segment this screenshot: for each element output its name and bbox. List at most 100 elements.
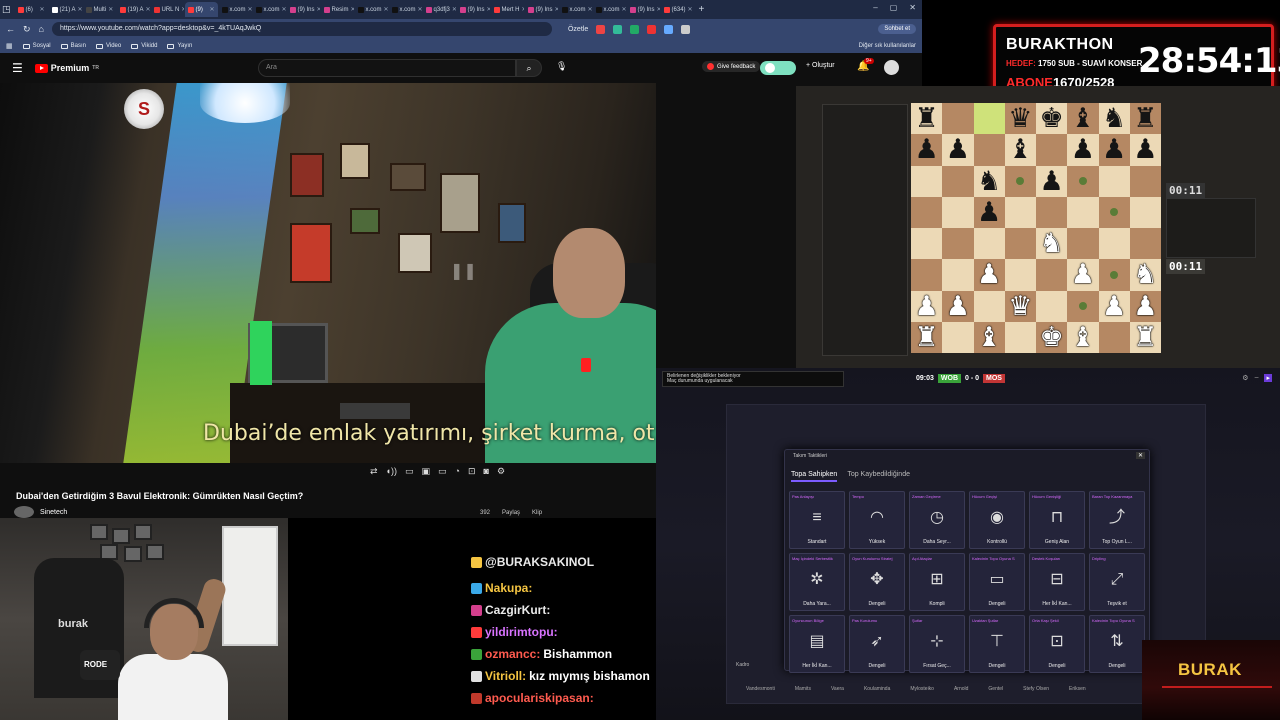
chess-square[interactable] (1098, 196, 1130, 228)
tab-close-icon[interactable]: ✕ (248, 6, 252, 13)
apps-icon[interactable]: ▦ (6, 42, 13, 50)
browser-tab[interactable]: (634) ✕ (661, 2, 694, 17)
chess-piece-wb[interactable]: ♝ (977, 324, 1001, 351)
player-name[interactable]: Mamits (795, 686, 811, 692)
chess-square[interactable] (1067, 290, 1099, 322)
extension-icon[interactable] (647, 24, 657, 34)
chess-board[interactable]: ♜ ♛ ♚ ♝ ♞ ♜ ♟ ♟ ♝ ♟ ♟ ♟ ♞ ♟ ♟ ♞ ♟ ♟ ♞ ♟ ♟ ♛ ♟ ♟ ♜ ♝ ♚ ♝ ♜ (911, 103, 1161, 353)
tactic-card[interactable]: Oyun Kurulumu Stratej ✥ Dengeli (849, 553, 905, 611)
chess-square[interactable]: ♟ (1129, 290, 1161, 322)
cast-icon[interactable]: ⊡ (468, 466, 476, 477)
chess-square[interactable]: ♟ (911, 290, 943, 322)
chess-square[interactable]: ♞ (1036, 228, 1068, 260)
chess-square[interactable] (1098, 259, 1130, 291)
microphone-icon[interactable]: 🎙 (556, 61, 567, 72)
chess-square[interactable] (1129, 196, 1161, 228)
pause-icon[interactable]: ❚❚ (450, 261, 477, 281)
tactic-card[interactable]: Dripling ⤢ Teşvik et (1089, 553, 1145, 611)
close-icon[interactable]: ✕ (1135, 452, 1145, 459)
chess-square[interactable] (1098, 165, 1130, 197)
tactic-card[interactable]: Şutlar ⊹ Fırsat Geç... (909, 615, 965, 673)
chess-square[interactable]: ♝ (1067, 103, 1099, 135)
other-bookmarks[interactable]: Diğer sık kullanılanlar (859, 43, 916, 49)
tactic-card[interactable]: Hücum Geçişi ◉ Kontrollü (969, 491, 1025, 549)
chess-square[interactable] (1067, 165, 1099, 197)
tab-close-icon[interactable]: ✕ (418, 6, 422, 13)
extension-icon[interactable] (630, 24, 640, 34)
chess-square[interactable] (973, 228, 1005, 260)
browser-tab[interactable]: Resim ✕ (321, 2, 354, 17)
url-input[interactable]: https://www.youtube.com/watch?app=deskto… (51, 22, 552, 36)
chess-piece-bp[interactable]: ♟ (1071, 136, 1095, 163)
tactic-card[interactable]: Baran Top Kazanmaya ⤴ Top Oyun L... (1089, 491, 1145, 549)
tab-close-icon[interactable]: ✕ (39, 6, 44, 13)
tab-close-icon[interactable]: ✕ (108, 6, 113, 13)
tab-close-icon[interactable]: ✕ (657, 6, 660, 13)
chess-square[interactable] (1036, 134, 1068, 166)
chess-square[interactable]: ♟ (1067, 134, 1099, 166)
tactic-card[interactable]: Hücum Genişliği ⊓ Geniş Alan (1029, 491, 1085, 549)
screenshot-icon[interactable]: ◙ (484, 466, 489, 477)
chess-square[interactable] (1004, 165, 1036, 197)
chess-square[interactable]: ♜ (911, 103, 943, 135)
chat-username[interactable]: ozmancc: (485, 647, 540, 661)
minimize-icon[interactable]: – (873, 3, 877, 12)
chess-square[interactable] (911, 259, 943, 291)
browser-tab[interactable]: q3dfj3 ✕ (423, 2, 456, 17)
search-icon[interactable]: ⌕ (516, 59, 542, 77)
browser-tab[interactable]: (21) A ✕ (49, 2, 82, 17)
chess-square[interactable] (1129, 165, 1161, 197)
extension-icon[interactable] (596, 24, 606, 34)
chess-square[interactable]: ♝ (1067, 321, 1099, 353)
chess-square[interactable] (1098, 228, 1130, 260)
tactic-card[interactable]: Pas Anlayışı ≡ Standart (789, 491, 845, 549)
tactic-card[interactable]: Uzaktan Şutlar ⊤ Dengeli (969, 615, 1025, 673)
bookmark-folder[interactable]: Vikidd (131, 43, 157, 49)
chess-piece-bb[interactable]: ♝ (1071, 105, 1095, 132)
youtube-logo[interactable]: Premium TR (34, 63, 99, 73)
chess-square[interactable]: ♟ (942, 290, 974, 322)
chess-square[interactable] (911, 165, 943, 197)
player-name[interactable]: Mylosteiko (910, 686, 934, 692)
browser-tab[interactable]: x.com ✕ (219, 2, 252, 17)
chess-piece-br[interactable]: ♜ (1133, 105, 1157, 132)
chess-piece-bp[interactable]: ♟ (915, 136, 939, 163)
tactic-card[interactable]: Kalecinin Topu Oyuna S ▭ Dengeli (969, 553, 1025, 611)
tactics-tab[interactable]: Topa Sahipken (791, 471, 838, 482)
bookmark-folder[interactable]: Yayın (167, 43, 192, 49)
summarize-button[interactable]: Özetle (568, 26, 588, 33)
chess-piece-wn[interactable]: ♞ (1133, 261, 1157, 288)
reload-icon[interactable]: ↻ (23, 24, 31, 35)
chess-square[interactable] (1036, 259, 1068, 291)
tactic-card[interactable]: Destek Koşuları ⊟ Her İkİ Kan... (1029, 553, 1085, 611)
chess-square[interactable]: ♛ (1004, 103, 1036, 135)
tactics-tab[interactable]: Top Kaybedildiğinde (847, 471, 910, 482)
chess-piece-wp[interactable]: ♟ (1102, 293, 1126, 320)
chess-square[interactable] (1036, 290, 1068, 322)
channel-avatar[interactable] (14, 506, 34, 518)
close-icon[interactable]: ✕ (909, 3, 916, 12)
chess-square[interactable] (911, 196, 943, 228)
video-action-button[interactable]: Klip (532, 510, 542, 516)
browser-tab[interactable]: x.com ✕ (389, 2, 422, 17)
player-name[interactable]: Koulaminda (864, 686, 890, 692)
tactic-card[interactable]: Oyuncunun Bölge ▤ Her İkİ Kan... (789, 615, 845, 673)
browser-tab[interactable]: (9) ✕ (184, 2, 218, 17)
chess-piece-bb[interactable]: ♝ (1008, 136, 1032, 163)
tab-close-icon[interactable]: ✕ (622, 6, 626, 13)
chat-username[interactable]: CazgirKurt: (485, 603, 550, 617)
chess-square[interactable] (942, 228, 974, 260)
player-name[interactable]: Vaera (831, 686, 844, 692)
tab-close-icon[interactable]: ✕ (146, 6, 150, 13)
chess-piece-wp[interactable]: ♟ (977, 261, 1001, 288)
settings-icon[interactable]: ⚙ (497, 466, 505, 477)
tab-close-icon[interactable]: ✕ (351, 6, 354, 13)
chess-piece-bq[interactable]: ♛ (1008, 105, 1032, 132)
tactic-card[interactable]: Maç İçindeki Serbestlik ✲ Daha Yara... (789, 553, 845, 611)
chess-piece-wq[interactable]: ♛ (1008, 293, 1032, 320)
chess-square[interactable] (1067, 228, 1099, 260)
chess-square[interactable]: ♛ (1004, 290, 1036, 322)
player-name[interactable]: Arnold (954, 686, 968, 692)
chess-piece-wk[interactable]: ♚ (1040, 324, 1064, 351)
chat-username[interactable]: Nakupa: (485, 581, 532, 595)
